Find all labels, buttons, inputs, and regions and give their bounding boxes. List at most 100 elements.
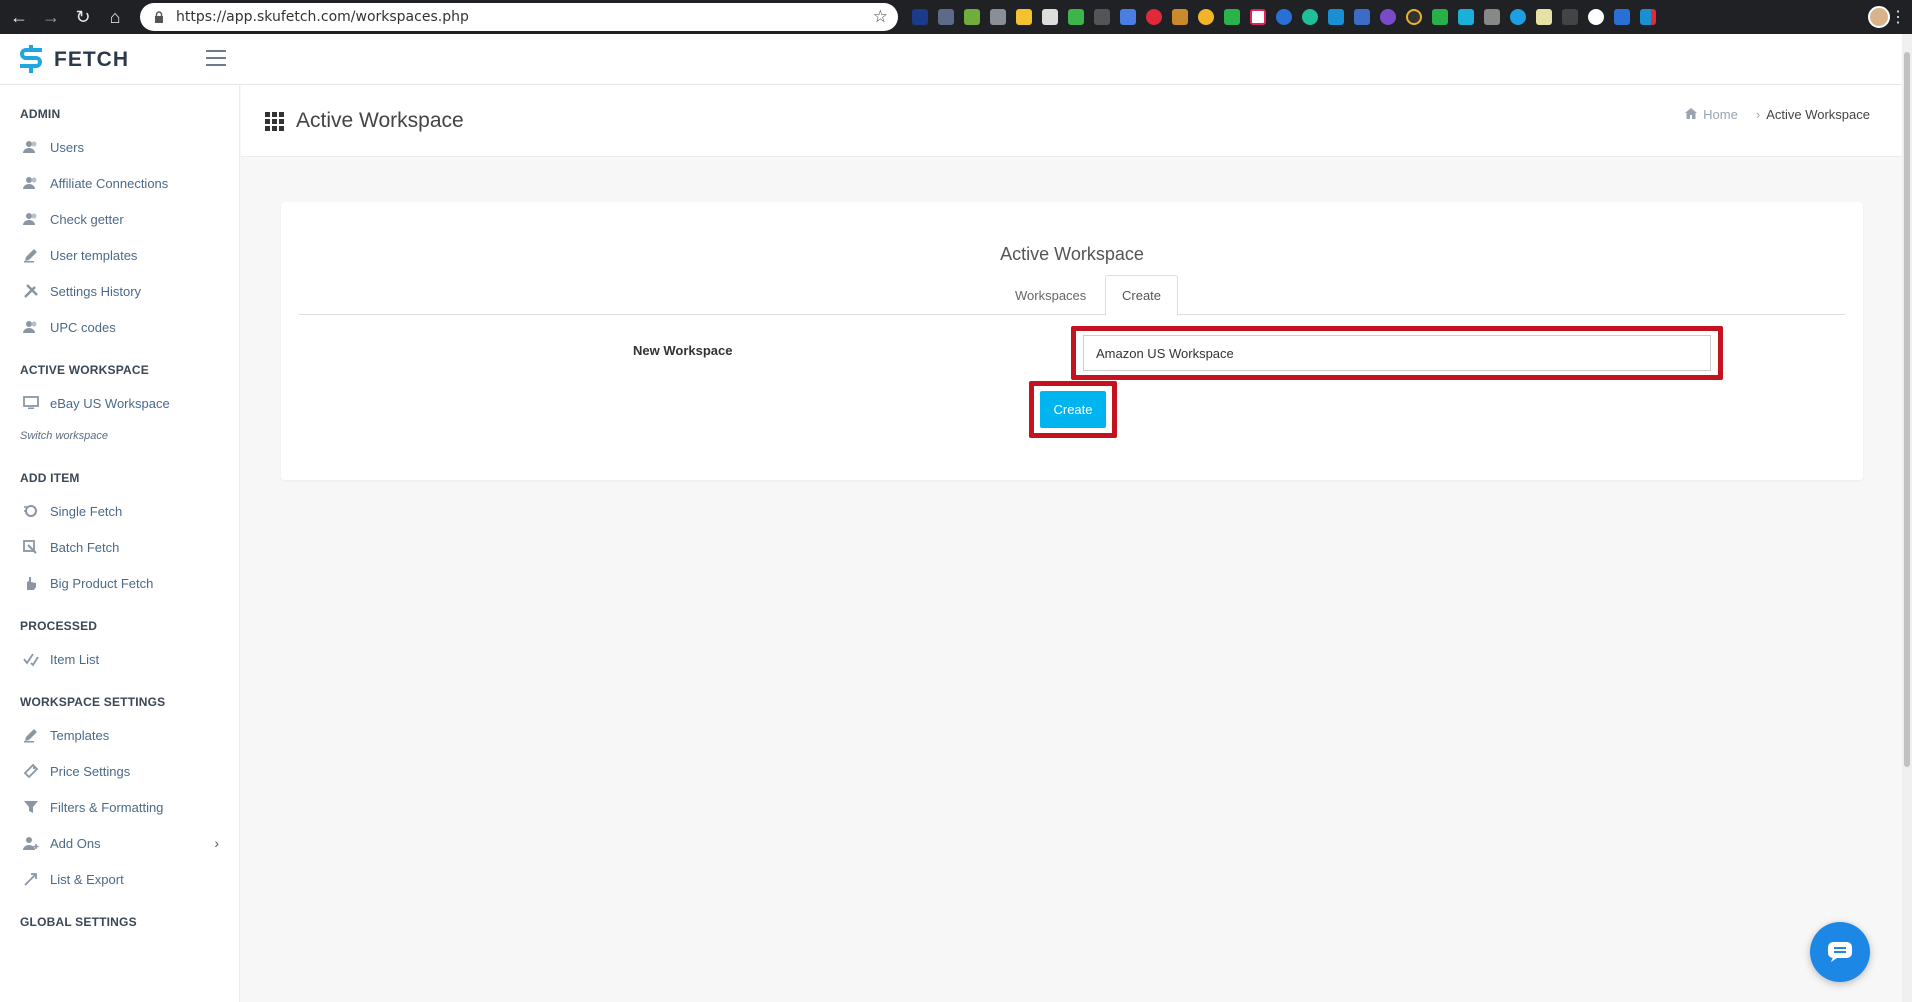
- sidebar-item-list-export[interactable]: List & Export: [0, 861, 239, 897]
- sidebar-item-label: List & Export: [50, 871, 124, 887]
- sidebar-item-templates[interactable]: Templates: [0, 717, 239, 753]
- users-icon: [22, 174, 40, 192]
- filter-icon: [22, 798, 40, 816]
- breadcrumb-home-label: Home: [1703, 107, 1738, 122]
- edit-icon: [22, 726, 40, 744]
- tab-workspaces[interactable]: Workspaces: [999, 275, 1102, 315]
- tab-bar: Workspaces Create: [299, 275, 1845, 316]
- sidebar-item-single-fetch[interactable]: Single Fetch: [0, 493, 239, 529]
- menu-toggle-icon[interactable]: [206, 50, 226, 66]
- extension-icon[interactable]: [1094, 9, 1110, 25]
- home-icon[interactable]: ⌂: [102, 4, 128, 30]
- monitor-icon: [22, 394, 40, 412]
- sidebar-item-label: Batch Fetch: [50, 539, 120, 555]
- extension-icon[interactable]: [1250, 9, 1266, 25]
- extension-icon[interactable]: [1406, 9, 1422, 25]
- extension-icon[interactable]: [1458, 9, 1474, 25]
- extension-icon[interactable]: [1146, 9, 1162, 25]
- sidebar-item-upc-codes[interactable]: UPC codes: [0, 309, 239, 345]
- sidebar-item-item-list[interactable]: Item List: [0, 641, 239, 677]
- extension-icon[interactable]: [912, 9, 928, 25]
- forward-icon[interactable]: →: [38, 4, 64, 30]
- fetch-icon: [22, 502, 40, 520]
- grid-icon: [265, 111, 284, 131]
- create-button[interactable]: Create: [1040, 391, 1106, 428]
- app-header: FETCH: [0, 34, 1912, 85]
- input-highlight: [1071, 326, 1723, 380]
- breadcrumb: Home › Active Workspace: [1685, 107, 1870, 122]
- back-icon[interactable]: ←: [6, 4, 32, 30]
- extension-icon[interactable]: [1302, 9, 1318, 25]
- sidebar-item-batch-fetch[interactable]: Batch Fetch: [0, 529, 239, 565]
- sidebar-item-label: Price Settings: [50, 763, 131, 779]
- sidebar-item-settings-history[interactable]: Settings History: [0, 273, 239, 309]
- switch-workspace-link[interactable]: Switch workspace: [0, 421, 239, 451]
- sidebar-item-label: User templates: [50, 247, 138, 263]
- extension-icon[interactable]: [964, 9, 980, 25]
- sidebar-item-label: Check getter: [50, 211, 124, 227]
- extension-icon[interactable]: [1120, 9, 1136, 25]
- extension-icon[interactable]: [1328, 9, 1344, 25]
- sidebar-item-big-product-fetch[interactable]: Big Product Fetch: [0, 565, 239, 601]
- user-plus-icon: [22, 834, 40, 852]
- extension-icon[interactable]: [1354, 9, 1370, 25]
- scrollbar-thumb[interactable]: [1904, 52, 1910, 767]
- profile-avatar[interactable]: [1868, 6, 1890, 28]
- sidebar-item-label: Settings History: [50, 283, 142, 299]
- extension-icon[interactable]: [1588, 9, 1604, 25]
- sidebar-item-label: Templates: [50, 727, 110, 743]
- extension-icon[interactable]: [1016, 9, 1032, 25]
- sidebar-item-check-getter[interactable]: Check getter: [0, 201, 239, 237]
- sidebar-item-affiliate-connections[interactable]: Affiliate Connections: [0, 165, 239, 201]
- chat-widget-button[interactable]: [1810, 922, 1870, 982]
- section-title-active-workspace: ACTIVE WORKSPACE: [20, 363, 149, 377]
- edit-icon: [22, 246, 40, 264]
- sidebar-item-active-workspace[interactable]: eBay US Workspace: [0, 385, 239, 421]
- extension-icon[interactable]: [1562, 9, 1578, 25]
- new-workspace-input[interactable]: [1083, 335, 1711, 371]
- extension-icon[interactable]: [1224, 9, 1240, 25]
- breadcrumb-current: Active Workspace: [1766, 107, 1870, 122]
- logo[interactable]: FETCH: [18, 45, 129, 75]
- sidebar-item-label: Add Ons: [50, 835, 101, 851]
- breadcrumb-home[interactable]: Home: [1685, 107, 1738, 122]
- tab-create[interactable]: Create: [1105, 275, 1179, 316]
- extension-icon[interactable]: [1198, 9, 1214, 25]
- extension-icon[interactable]: [938, 9, 954, 25]
- extension-icon[interactable]: [1536, 9, 1552, 25]
- address-bar[interactable]: https://app.skufetch.com/workspaces.php …: [140, 3, 898, 31]
- lock-icon: [152, 10, 166, 24]
- extension-icon[interactable]: [1042, 9, 1058, 25]
- section-title-processed: PROCESSED: [20, 619, 98, 633]
- sidebar-item-users[interactable]: Users: [0, 129, 239, 165]
- extension-icon[interactable]: [1172, 9, 1188, 25]
- reload-icon[interactable]: ↻: [70, 4, 96, 30]
- sidebar-item-label: Filters & Formatting: [50, 799, 164, 815]
- sidebar-item-filters-formatting[interactable]: Filters & Formatting: [0, 789, 239, 825]
- extension-icon[interactable]: [990, 9, 1006, 25]
- extension-icon[interactable]: [1276, 9, 1292, 25]
- bookmark-star-icon[interactable]: ☆: [873, 7, 888, 27]
- sidebar-item-price-settings[interactable]: Price Settings: [0, 753, 239, 789]
- card-title: Active Workspace: [1000, 244, 1144, 264]
- sidebar-item-add-ons[interactable]: Add Ons ›: [0, 825, 239, 861]
- sidebar: ADMIN Users Affiliate Connections Check …: [0, 85, 240, 1002]
- url-text: https://app.skufetch.com/workspaces.php: [176, 9, 469, 25]
- sidebar-item-label: UPC codes: [50, 319, 116, 335]
- section-title-global-settings: GLOBAL SETTINGS: [20, 915, 137, 929]
- extension-icon[interactable]: [1640, 9, 1656, 25]
- page-scrollbar[interactable]: [1902, 34, 1912, 1002]
- extension-icon[interactable]: [1614, 9, 1630, 25]
- extension-icon[interactable]: [1068, 9, 1084, 25]
- sidebar-item-user-templates[interactable]: User templates: [0, 237, 239, 273]
- hand-icon: [22, 574, 40, 592]
- extension-icon[interactable]: [1380, 9, 1396, 25]
- extension-icon[interactable]: [1484, 9, 1500, 25]
- chevron-right-icon[interactable]: ›: [214, 835, 219, 851]
- sidebar-item-label: Affiliate Connections: [50, 175, 169, 191]
- more-menu-icon[interactable]: ⋮: [1890, 7, 1906, 27]
- new-workspace-label: New Workspace: [633, 343, 733, 358]
- extension-icon[interactable]: [1432, 9, 1448, 25]
- workspace-card: Active Workspace Workspaces Create New W…: [281, 202, 1863, 480]
- extension-icon[interactable]: [1510, 9, 1526, 25]
